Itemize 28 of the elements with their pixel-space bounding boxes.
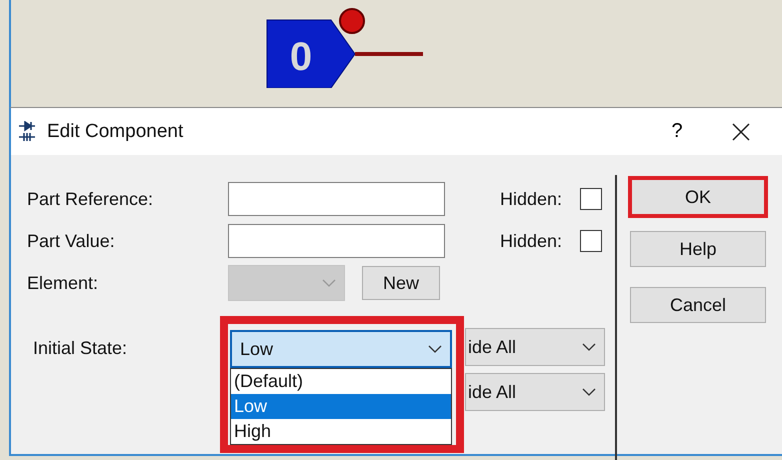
field-label: Element: [27, 272, 100, 294]
initial-state-dropdown[interactable]: Low [230, 330, 452, 368]
state-value: 0 [290, 35, 312, 79]
dropdown-option[interactable]: High [231, 419, 451, 444]
chevron-down-icon [428, 345, 442, 353]
hidden-label: Hidden: [500, 188, 564, 210]
close-icon [732, 122, 750, 140]
dialog-button[interactable]: Cancel [630, 287, 766, 323]
input-field[interactable] [228, 182, 445, 216]
field-label: Part Reference: [27, 188, 154, 210]
hidden-checkbox[interactable] [580, 230, 602, 252]
dialog-title: Edit Component [47, 120, 184, 142]
chevron-down-icon [322, 279, 336, 287]
hidden-label: Hidden: [500, 230, 564, 252]
input-field[interactable] [228, 224, 445, 258]
dropdown-option[interactable]: (Default) [231, 369, 451, 394]
dropdown-option[interactable]: Low [231, 394, 451, 419]
dialog-button[interactable]: OK [628, 176, 768, 218]
component-icon [17, 120, 37, 142]
visibility-dropdown[interactable]: ide All [465, 373, 605, 411]
chevron-down-icon [582, 388, 596, 396]
chevron-down-icon [582, 343, 596, 351]
help-button[interactable]: ? [654, 112, 700, 152]
field-label: Initial State: [32, 337, 128, 360]
field-label: Part Value: [27, 230, 116, 252]
dialog-button[interactable]: Help [630, 231, 766, 267]
hidden-checkbox[interactable] [580, 188, 602, 210]
visibility-dropdown[interactable]: ide All [465, 328, 605, 366]
